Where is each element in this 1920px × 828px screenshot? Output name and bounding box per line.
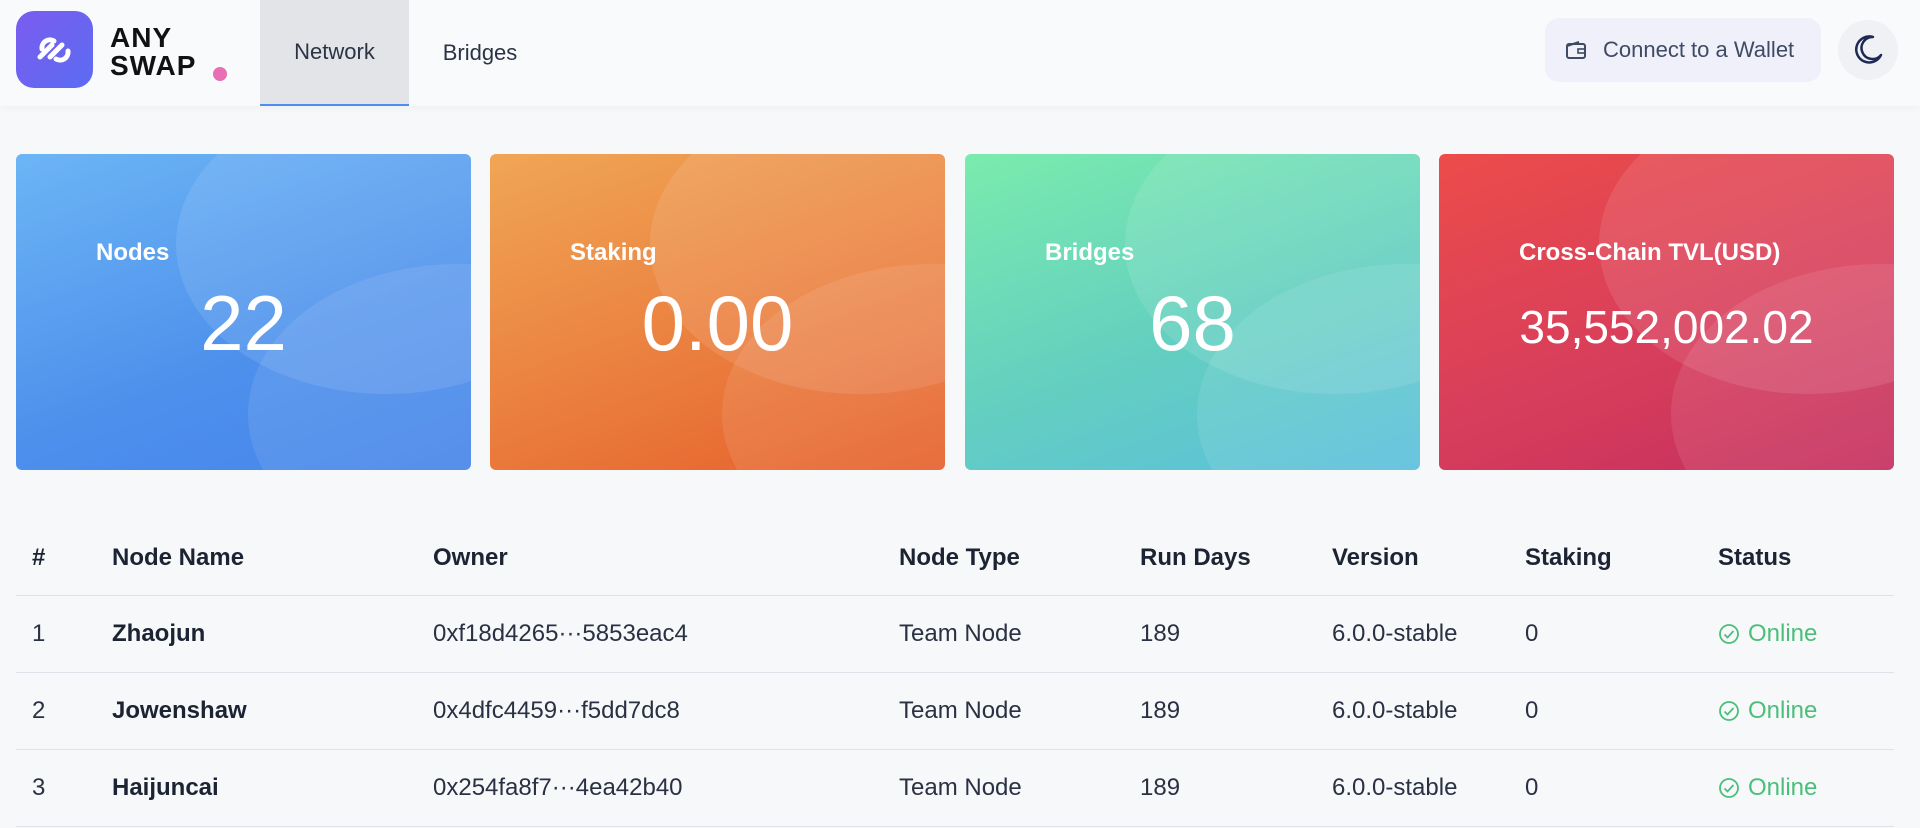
table-row[interactable]: 2 Jowenshaw 0x4dfc4459···f5dd7dc8 Team N… [16,673,1894,750]
stat-label: Bridges [1045,239,1135,266]
brand-wordmark: ANY SWAP [110,24,196,80]
stat-value: 0.00 [641,279,794,367]
status-badge: Online [1718,774,1817,802]
check-circle-icon [1719,701,1739,721]
staking-amount: 0 [1525,620,1539,647]
node-name: Haijuncai [112,774,219,801]
status-text: Online [1748,697,1818,724]
status-badge: Online [1718,620,1817,648]
check-circle-icon [1719,624,1739,644]
wallet-icon [1566,41,1586,59]
stat-label: Staking [570,239,657,266]
top-header: ANY SWAP Network Bridges Connect to a Wa… [0,0,1920,106]
brand-line-1: ANY [110,22,173,53]
anyswap-logo[interactable] [16,11,93,88]
column-header-index: # [32,543,46,571]
stat-label: Nodes [96,239,170,266]
node-type: Team Node [899,774,1022,801]
table-row[interactable]: 3 Haijuncai 0x254fa8f7···4ea42b40 Team N… [16,750,1894,827]
tab-network[interactable]: Network [260,0,409,106]
owner-address: 0xf18d4265···5853eac4 [433,620,688,647]
run-days: 189 [1140,697,1181,724]
column-header-node-name: Node Name [112,543,245,571]
column-header-node-type: Node Type [899,543,1020,571]
staking-amount: 0 [1525,774,1539,801]
status-badge: Online [1718,697,1817,725]
connect-wallet-label: Connect to a Wallet [1603,37,1795,62]
stat-label: Cross-Chain TVL(USD) [1519,239,1781,266]
tab-bridges[interactable]: Bridges [420,0,540,106]
connect-wallet-button[interactable]: Connect to a Wallet [1545,18,1821,82]
stat-value: 35,552,002.02 [1519,301,1814,353]
row-index: 3 [32,774,46,801]
brand-line-2: SWAP [110,50,197,81]
column-header-staking: Staking [1525,543,1612,571]
stat-card-bridges: Bridges 68 [965,154,1420,470]
column-header-run-days: Run Days [1140,543,1251,571]
run-days: 189 [1140,774,1181,801]
owner-address: 0x4dfc4459···f5dd7dc8 [433,697,680,724]
table-row[interactable]: 1 Zhaojun 0xf18d4265···5853eac4 Team Nod… [16,596,1894,673]
version: 6.0.0-stable [1332,774,1458,801]
tab-bridges-label: Bridges [442,40,518,65]
stat-card-tvl: Cross-Chain TVL(USD) 35,552,002.02 [1439,154,1894,470]
row-index: 1 [32,620,46,647]
run-days: 189 [1140,620,1181,647]
owner-address: 0x254fa8f7···4ea42b40 [433,774,683,801]
swap-link-icon [37,36,71,63]
row-index: 2 [32,697,46,724]
check-circle-icon [1719,778,1739,798]
stat-value: 22 [200,279,287,367]
node-name: Jowenshaw [112,697,247,724]
staking-amount: 0 [1525,697,1539,724]
version: 6.0.0-stable [1332,620,1458,647]
column-header-owner: Owner [433,543,508,571]
theme-toggle-button[interactable] [1838,20,1898,80]
nodes-table: # Node Name Owner Node Type Run Days Ver… [16,520,1894,827]
stat-card-nodes: Nodes 22 [16,154,471,470]
column-header-status: Status [1718,543,1792,571]
version: 6.0.0-stable [1332,697,1458,724]
table-header-row: # Node Name Owner Node Type Run Days Ver… [16,520,1894,596]
node-name: Zhaojun [112,620,206,647]
status-text: Online [1748,620,1818,647]
node-type: Team Node [899,697,1022,724]
brand-dot [213,67,227,81]
node-type: Team Node [899,620,1022,647]
moon-icon [1855,35,1883,64]
stat-value: 68 [1149,279,1236,367]
column-header-version: Version [1332,543,1419,571]
tab-network-label: Network [294,39,375,64]
status-text: Online [1748,774,1818,801]
stat-card-staking: Staking 0.00 [490,154,945,470]
